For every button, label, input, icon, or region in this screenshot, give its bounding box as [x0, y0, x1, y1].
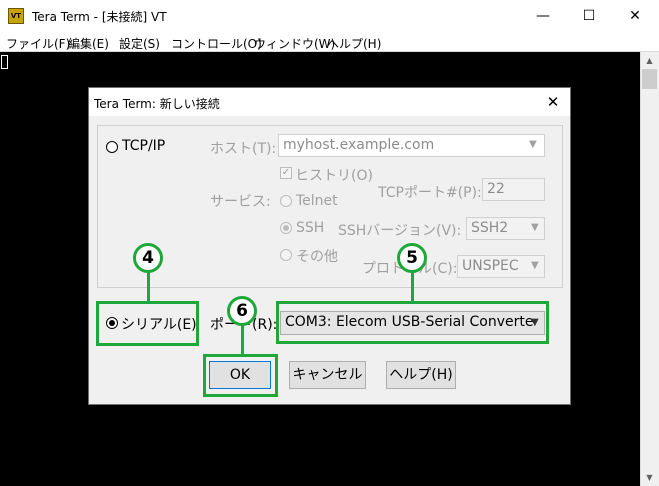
menu-file[interactable]: ファイル(F) — [6, 35, 70, 52]
close-button[interactable]: ✕ — [612, 0, 658, 32]
minimize-button[interactable]: — — [520, 0, 566, 32]
annotation-connector-5 — [411, 272, 414, 302]
telnet-radio[interactable] — [280, 195, 292, 207]
port-highlight-box — [276, 301, 549, 344]
step-4-marker: 4 — [133, 243, 163, 273]
tcpip-label: TCP/IP — [122, 138, 166, 154]
menu-help[interactable]: ヘルプ(H) — [327, 35, 381, 52]
ssh-version-value: SSH2 — [471, 220, 509, 236]
ssh-version-label: SSHバージョン(V): — [338, 223, 462, 239]
tcp-port-value: 22 — [487, 181, 505, 197]
maximize-button[interactable]: ☐ — [566, 0, 612, 32]
dialog-title: Tera Term: 新しい接続 — [94, 97, 220, 111]
host-combo[interactable]: myhost.example.com — [278, 134, 545, 157]
telnet-label: Telnet — [296, 193, 338, 209]
protocol-value: UNSPEC — [462, 258, 519, 274]
dialog-close-button[interactable]: ✕ — [536, 88, 570, 116]
history-checkbox[interactable]: ✓ — [280, 167, 292, 179]
host-label: ホスト(T): — [210, 141, 277, 157]
scroll-up-arrow-icon[interactable]: ▲ — [640, 52, 659, 69]
menu-control[interactable]: コントロール(O) — [171, 35, 262, 52]
scroll-thumb[interactable] — [642, 69, 657, 89]
window-title: Tera Term - [未接続] VT — [32, 10, 167, 24]
annotation-connector-6 — [241, 325, 244, 355]
step-5-marker: 5 — [397, 243, 427, 273]
scroll-down-arrow-icon[interactable]: ▼ — [640, 469, 659, 486]
other-radio[interactable] — [280, 249, 292, 261]
host-value: myhost.example.com — [283, 137, 435, 153]
vertical-scrollbar[interactable] — [640, 52, 659, 486]
menu-setup[interactable]: 設定(S) — [119, 35, 160, 52]
tcpip-radio[interactable] — [106, 141, 118, 153]
ssh-label: SSH — [296, 220, 325, 236]
help-button[interactable]: ヘルプ(H) — [386, 361, 456, 389]
ssh-radio[interactable] — [280, 222, 292, 234]
other-label: その他 — [296, 249, 338, 265]
cancel-button[interactable]: キャンセル — [289, 361, 366, 389]
menu-window[interactable]: ウィンドウ(W) — [254, 35, 335, 52]
host-dropdown-arrow-icon[interactable]: ▼ — [529, 139, 537, 150]
annotation-connector-4 — [147, 272, 150, 302]
step-6-marker: 6 — [227, 296, 257, 326]
menu-edit[interactable]: 編集(E) — [68, 35, 109, 52]
ssh-version-dropdown-arrow-icon[interactable]: ▼ — [531, 222, 539, 233]
service-label: サービス: — [210, 194, 271, 210]
protocol-dropdown-arrow-icon[interactable]: ▼ — [531, 260, 539, 271]
serial-highlight-box — [96, 301, 199, 346]
ok-highlight-box — [203, 354, 278, 397]
app-icon: VT — [8, 8, 24, 24]
tcp-port-label: TCPポート#(P): — [378, 185, 482, 201]
tcp-port-field[interactable]: 22 — [482, 178, 545, 201]
terminal-cursor — [1, 55, 8, 69]
history-label: ヒストリ(O) — [295, 168, 373, 184]
